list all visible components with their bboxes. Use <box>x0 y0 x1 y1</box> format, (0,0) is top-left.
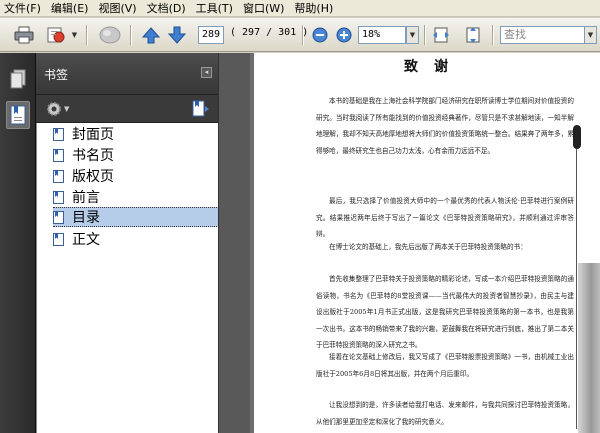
print-icon <box>14 26 34 44</box>
bookmark-label: 目录 <box>72 210 100 226</box>
bookmarks-toolbar: ▼ <box>36 95 218 123</box>
menu-bar: 文件(F) 编辑(E) 视图(V) 文档(D) 工具(T) 窗口(W) 帮助(H… <box>0 0 600 17</box>
navigation-pane-strip <box>0 53 36 433</box>
gear-icon <box>47 102 61 116</box>
menu-document[interactable]: 文档(D) <box>147 0 186 16</box>
toolbar-separator <box>492 25 493 45</box>
page-number-input[interactable]: 289 <box>198 26 224 44</box>
zoom-in-button[interactable] <box>334 24 354 46</box>
menu-file[interactable]: 文件(F) <box>4 0 41 16</box>
toolbar-separator <box>424 25 425 45</box>
collapse-panel-button[interactable]: ◂ <box>201 67 212 78</box>
print-button[interactable] <box>12 24 36 46</box>
previous-page-icon <box>142 27 160 44</box>
zoom-level-field[interactable]: 18% <box>358 26 406 44</box>
fit-width-icon <box>433 27 449 43</box>
next-page-icon <box>168 26 186 44</box>
next-page-button[interactable] <box>166 24 188 46</box>
email-icon <box>47 27 65 43</box>
bookmark-label: 正文 <box>72 232 100 248</box>
menu-edit[interactable]: 编辑(E) <box>51 0 89 16</box>
bookmark-item-cover[interactable]: 封面页 <box>53 124 116 144</box>
previous-page-button[interactable] <box>140 24 162 46</box>
menu-window[interactable]: 窗口(W) <box>243 0 284 16</box>
document-view[interactable]: 致谢 本书的基础是我在上海社会科学院部门经济研究在职所读博士学位期间对价值投资的… <box>250 53 600 433</box>
pages-panel-button[interactable] <box>6 65 30 93</box>
collaborate-button[interactable] <box>96 24 124 46</box>
zoom-out-icon <box>312 27 328 43</box>
panel-title: 书签 <box>44 68 69 82</box>
fit-page-button[interactable] <box>462 24 484 46</box>
page-edge-mark <box>573 125 581 149</box>
pages-icon <box>10 69 26 89</box>
bookmark-item-preface[interactable]: 前言 <box>53 187 102 207</box>
bookmarks-list: 封面页 书名页 版权页 前言 目录 正文 <box>36 123 253 433</box>
search-dropdown-arrow[interactable]: ▼ <box>584 26 597 44</box>
new-bookmark-button[interactable] <box>192 100 210 121</box>
page-heading: 致谢 <box>404 59 464 75</box>
menu-tools[interactable]: 工具(T) <box>196 0 233 16</box>
bookmarks-panel-header: 书签 ◂ <box>36 53 218 95</box>
paragraph: 接着在论文基础上修改后，我又写成了《巴菲特股票投资策略》一书，由机械工业出版社于… <box>316 353 574 378</box>
page-count-label: ( 297 / 301 ) <box>230 27 309 38</box>
bookmark-icon <box>10 105 26 125</box>
options-menu-button[interactable]: ▼ <box>46 101 69 117</box>
bookmark-item-copyright[interactable]: 版权页 <box>53 166 116 186</box>
page-edge-shading <box>578 263 600 433</box>
zoom-in-icon <box>336 27 352 43</box>
new-bookmark-icon <box>192 100 209 117</box>
bookmark-label: 书名页 <box>72 148 114 164</box>
search-input[interactable]: 查找 <box>500 26 588 44</box>
toolbar: ▼ 289 ( 297 / 301 ) 18% ▼ 查找 ▼ <box>0 18 600 52</box>
bookmark-label: 封面页 <box>72 127 114 143</box>
document-page: 致谢 本书的基础是我在上海社会科学院部门经济研究在职所读博士学位期间对价值投资的… <box>254 53 600 433</box>
pane-splitter[interactable] <box>218 53 250 433</box>
menu-help[interactable]: 帮助(H) <box>294 0 333 16</box>
bookmarks-panel-button[interactable] <box>6 101 30 129</box>
menu-view[interactable]: 视图(V) <box>98 0 136 16</box>
chevron-down-icon: ▼ <box>64 105 70 113</box>
bookmark-label: 版权页 <box>72 169 114 185</box>
bookmark-icon <box>53 190 64 204</box>
toolbar-separator <box>130 25 131 45</box>
paragraph: 本书的基础是我在上海社会科学院部门经济研究在职所读博士学位期间对价值投资的研究。… <box>316 97 574 155</box>
bookmark-label: 前言 <box>72 190 100 206</box>
toolbar-separator <box>302 25 303 45</box>
collaborate-icon <box>99 26 121 44</box>
bookmark-icon <box>53 127 64 141</box>
bookmark-icon <box>53 169 64 183</box>
fit-page-icon <box>466 27 480 43</box>
fit-width-button[interactable] <box>430 24 452 46</box>
page-edge-line <box>576 149 577 429</box>
email-dropdown-arrow[interactable]: ▼ <box>68 27 81 43</box>
bookmark-item-title-page[interactable]: 书名页 <box>53 145 116 165</box>
bookmark-icon <box>53 232 64 246</box>
email-button[interactable] <box>44 24 68 46</box>
toolbar-separator <box>86 25 87 45</box>
bookmark-icon <box>53 148 64 162</box>
paragraph: 首先收集整理了巴菲特关于投资策略的精彩论述，写成一本介绍巴菲特投资策略的通俗读物… <box>316 275 574 349</box>
bookmark-icon <box>53 210 64 224</box>
paragraph: 让我没想到的是，许多读者给我打电话、发来邮件，与我共同探讨巴菲特投资策略，从他们… <box>316 401 574 426</box>
zoom-out-button[interactable] <box>310 24 330 46</box>
bookmark-item-main-text[interactable]: 正文 <box>53 229 102 249</box>
paragraph: 最后，我只选择了价值投资大师中的一个最优秀的代表人物沃伦·巴菲特进行案例研究。结… <box>316 197 574 238</box>
paragraph: 在博士论文的基础上，我先后出版了两本关于巴菲特投资策略的书： <box>329 243 527 251</box>
zoom-dropdown-arrow[interactable]: ▼ <box>406 26 419 44</box>
